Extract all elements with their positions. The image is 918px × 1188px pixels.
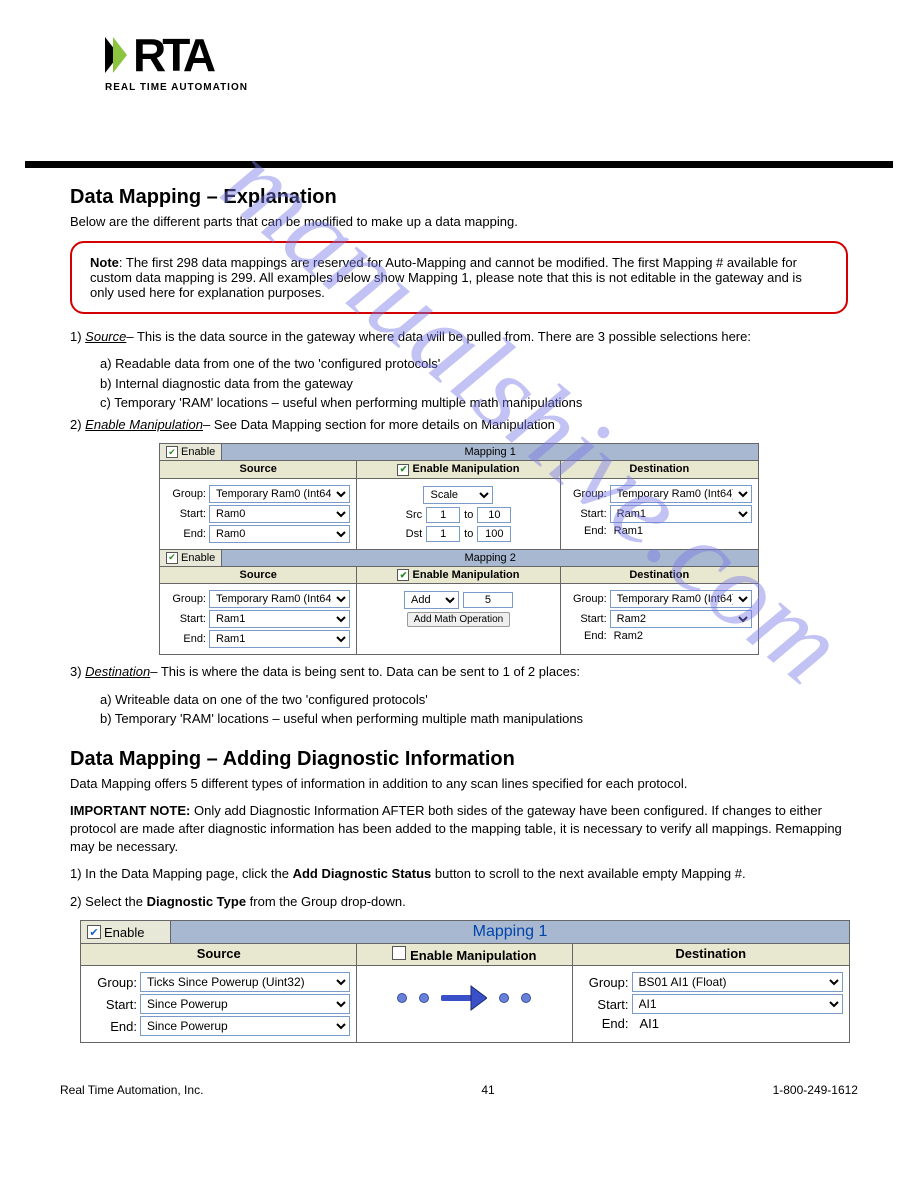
mapping3-enable-label: Enable — [104, 925, 144, 940]
section2-step1: 1) In the Data Mapping page, click the A… — [70, 865, 848, 883]
logo: RTA REAL TIME AUTOMATION — [105, 30, 248, 93]
checkbox-checked-icon: ✔ — [87, 925, 101, 939]
list-item-3: 3) Destination– This is where the data i… — [70, 663, 848, 681]
mapping1-enable-cell[interactable]: ✔ Enable — [160, 444, 222, 460]
mapping3-src-start[interactable]: Since Powerup — [140, 994, 350, 1014]
item3a: a) Writeable data on one of the two 'con… — [70, 691, 848, 709]
dest-underline: Destination — [85, 664, 150, 679]
mapping2-src-group[interactable]: Temporary Ram0 (Int64) — [209, 590, 350, 608]
item3b: b) Temporary 'RAM' locations – useful wh… — [70, 710, 848, 728]
mapping1-dst-from[interactable] — [426, 526, 460, 542]
mapping2-src-end[interactable]: Ram1 — [209, 630, 350, 648]
mapping1-dst-to[interactable] — [477, 526, 511, 542]
mapping2-manip-val[interactable] — [463, 592, 513, 608]
mapping1-title: Mapping 1 — [222, 444, 758, 460]
mapping1-src-group[interactable]: Temporary Ram0 (Int64) — [209, 485, 350, 503]
manip-underline: Enable Manipulation — [85, 417, 203, 432]
mapping1-src-to[interactable] — [477, 507, 511, 523]
logo-text: RTA — [133, 32, 212, 78]
mapping3-src-group[interactable]: Ticks Since Powerup (Uint32) — [140, 972, 350, 992]
mapping2-title: Mapping 2 — [222, 550, 758, 566]
mapping3-panel: ✔ Enable Mapping 1 Source Enable Manipul… — [80, 920, 850, 1043]
checkbox-checked-icon: ✔ — [166, 446, 178, 458]
footer-page: 41 — [481, 1083, 494, 1097]
section2-step2: 2) Select the Diagnostic Type from the G… — [70, 893, 848, 911]
mapping3-src-header: Source — [81, 944, 357, 965]
mapping2-manip-op[interactable]: Add — [404, 591, 459, 609]
mapping3-dst-start[interactable]: AI1 — [632, 994, 843, 1014]
item1c: c) Temporary 'RAM' locations – useful wh… — [70, 394, 848, 412]
mapping2-enable-label: Enable — [181, 552, 215, 564]
checkbox-unchecked-icon[interactable] — [392, 946, 406, 960]
note-label: Note — [90, 255, 119, 270]
mapping2-dst-end: Ram2 — [610, 630, 643, 642]
list-item-2: 2) Enable Manipulation– See Data Mapping… — [70, 416, 848, 434]
mapping3-mid-header: Enable Manipulation — [357, 944, 572, 965]
mapping2-dst-start[interactable]: Ram2 — [610, 610, 752, 628]
note-callout: Note: The first 298 data mappings are re… — [70, 241, 848, 314]
mapping3-dst-header: Destination — [573, 944, 849, 965]
mapping1-src-start[interactable]: Ram0 — [209, 505, 350, 523]
logo-subtext: REAL TIME AUTOMATION — [105, 82, 248, 93]
checkbox-checked-icon[interactable]: ✔ — [397, 569, 409, 581]
section2-title: Data Mapping – Adding Diagnostic Informa… — [70, 748, 848, 771]
mapping1-src-end[interactable]: Ram0 — [209, 525, 350, 543]
source-underline: Source — [85, 329, 126, 344]
mapping3-src-end[interactable]: Since Powerup — [140, 1016, 350, 1036]
mapping1-dst-group[interactable]: Temporary Ram0 (Int64) — [610, 485, 752, 503]
item1a: a) Readable data from one of the two 'co… — [70, 355, 848, 373]
mapping2-src-header: Source — [160, 567, 357, 584]
mapping1-panel: ✔ Enable Mapping 1 Source ✔ Enable Manip… — [159, 443, 759, 655]
mapping3-dst-group[interactable]: BS01 AI1 (Float) — [632, 972, 843, 992]
mapping1-dst-header: Destination — [561, 461, 758, 478]
mapping1-dst-end: Ram1 — [610, 525, 643, 537]
note-text: : The first 298 data mappings are reserv… — [90, 255, 802, 300]
mapping1-enable-label: Enable — [181, 446, 215, 458]
section1-intro: Below are the different parts that can b… — [70, 213, 848, 231]
section2-important: IMPORTANT NOTE: Only add Diagnostic Info… — [70, 802, 848, 855]
header-rule — [25, 161, 893, 168]
section1-title: Data Mapping – Explanation — [70, 186, 848, 209]
footer-left: Real Time Automation, Inc. — [60, 1083, 203, 1097]
mapping3-title: Mapping 1 — [171, 921, 849, 943]
checkbox-checked-icon[interactable]: ✔ — [397, 464, 409, 476]
mapping1-mid-header: ✔ Enable Manipulation — [357, 461, 560, 478]
mapping1-manip-type[interactable]: Scale — [423, 486, 493, 504]
mapping2-src-start[interactable]: Ram1 — [209, 610, 350, 628]
logo-chevron-green — [113, 37, 127, 73]
mapping2-mid-header: ✔ Enable Manipulation — [357, 567, 560, 584]
mapping1-src-from[interactable] — [426, 507, 460, 523]
flow-arrow-icon — [363, 970, 565, 1026]
mapping2-enable-cell[interactable]: ✔ Enable — [160, 550, 222, 566]
list-item-1: 1) Source– This is the data source in th… — [70, 328, 848, 346]
section2-p1: Data Mapping offers 5 different types of… — [70, 775, 848, 793]
add-math-button[interactable]: Add Math Operation — [407, 612, 511, 627]
mapping3-dst-end: AI1 — [632, 1016, 660, 1031]
checkbox-checked-icon: ✔ — [166, 552, 178, 564]
mapping2-dst-group[interactable]: Temporary Ram0 (Int64) — [610, 590, 752, 608]
mapping2-dst-header: Destination — [561, 567, 758, 584]
mapping3-enable-cell[interactable]: ✔ Enable — [81, 921, 171, 943]
mapping1-dst-start[interactable]: Ram1 — [610, 505, 752, 523]
item1b: b) Internal diagnostic data from the gat… — [70, 375, 848, 393]
mapping1-src-header: Source — [160, 461, 357, 478]
footer-phone: 1-800-249-1612 — [773, 1083, 858, 1097]
